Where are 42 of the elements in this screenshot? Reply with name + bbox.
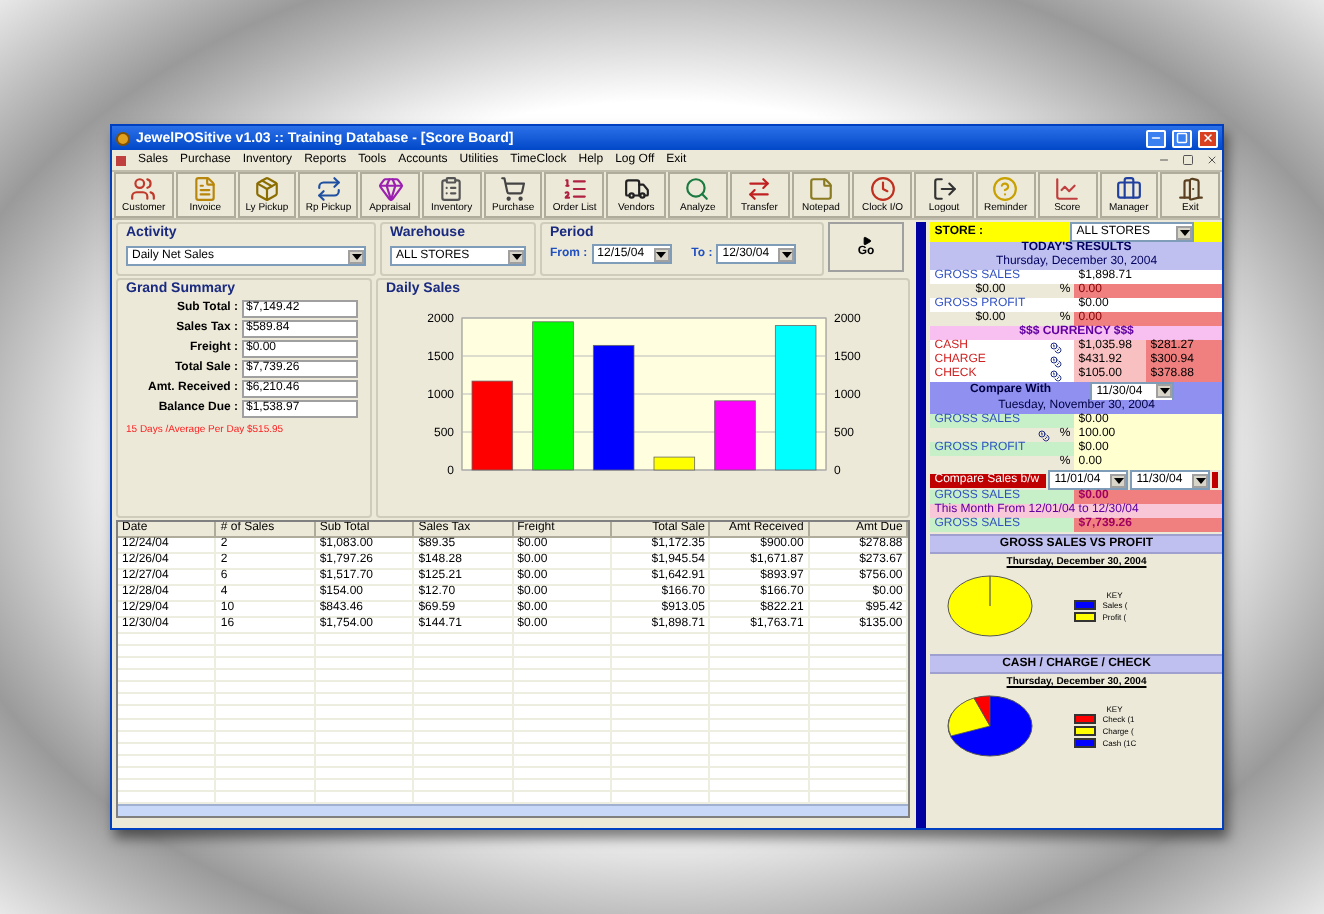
caret-icon [1110,473,1127,487]
minimize-icon[interactable] [1146,129,1166,147]
caret-icon [1192,473,1209,487]
clock-icon [869,176,896,202]
caret-icon [1156,384,1173,398]
coins-icon [1038,429,1051,441]
bar [471,380,514,471]
logout-icon [931,176,958,202]
range-marker [1212,472,1219,488]
question-icon [992,176,1019,202]
truck-icon [623,176,650,202]
magnifier-icon [684,176,711,202]
cart-icon [500,176,527,202]
door-icon [1177,176,1204,202]
app-logo-icon [116,131,130,145]
pie-chart-drawing [948,695,1034,757]
users-icon [130,176,157,202]
caret-icon [653,247,670,261]
list-icon [561,176,588,202]
exchange-icon [315,176,342,202]
bar [592,344,635,471]
horizontal-scrollbar[interactable] [118,804,909,816]
clipboard-icon [438,176,465,202]
caret-icon [778,247,795,261]
caret-icon [508,249,524,263]
bar [653,456,696,471]
document-icon [192,176,219,202]
line-chart-icon [1054,176,1081,202]
caret-icon [1176,225,1193,239]
menu-app-icon [116,155,126,165]
play-icon [861,235,871,245]
gem-icon [377,176,404,202]
pie-chart-drawing [948,575,1034,637]
box-icon [253,176,280,202]
restore-icon[interactable] [1182,154,1194,166]
close-icon[interactable] [1206,154,1218,166]
note-icon [807,176,834,202]
briefcase-icon [1115,176,1142,202]
maximize-icon[interactable] [1172,129,1192,147]
bar [714,400,756,471]
caret-icon [348,249,364,263]
arrows-icon [746,176,773,202]
